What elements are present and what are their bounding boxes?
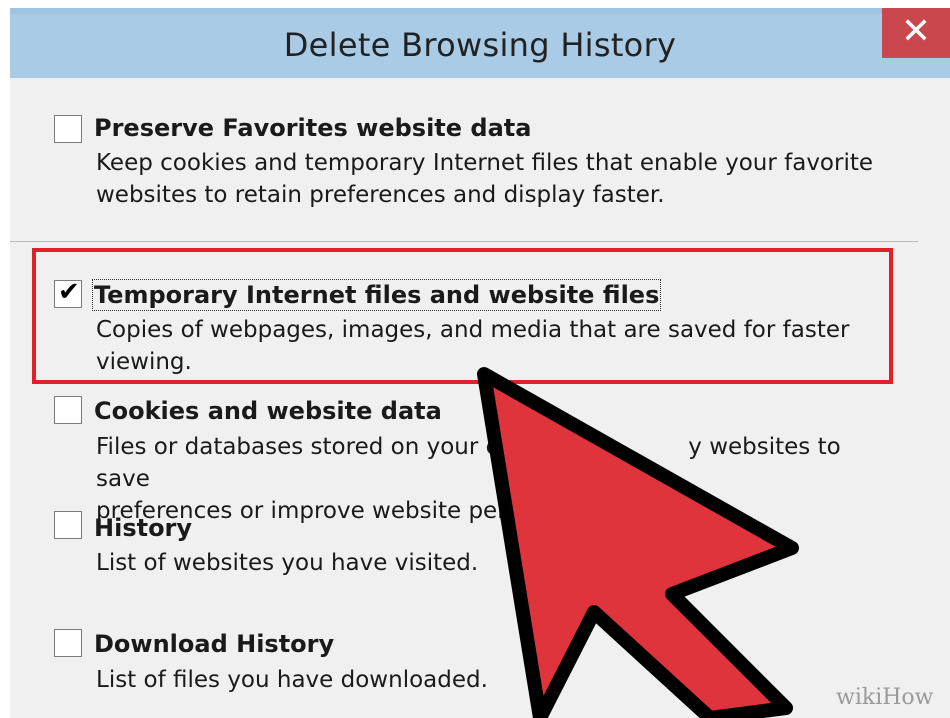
wikihow-watermark: wikiHow xyxy=(836,684,934,710)
watermark-part: wiki xyxy=(836,685,883,710)
pointer-arrow-icon xyxy=(477,367,799,718)
watermark-part: How xyxy=(882,685,934,710)
